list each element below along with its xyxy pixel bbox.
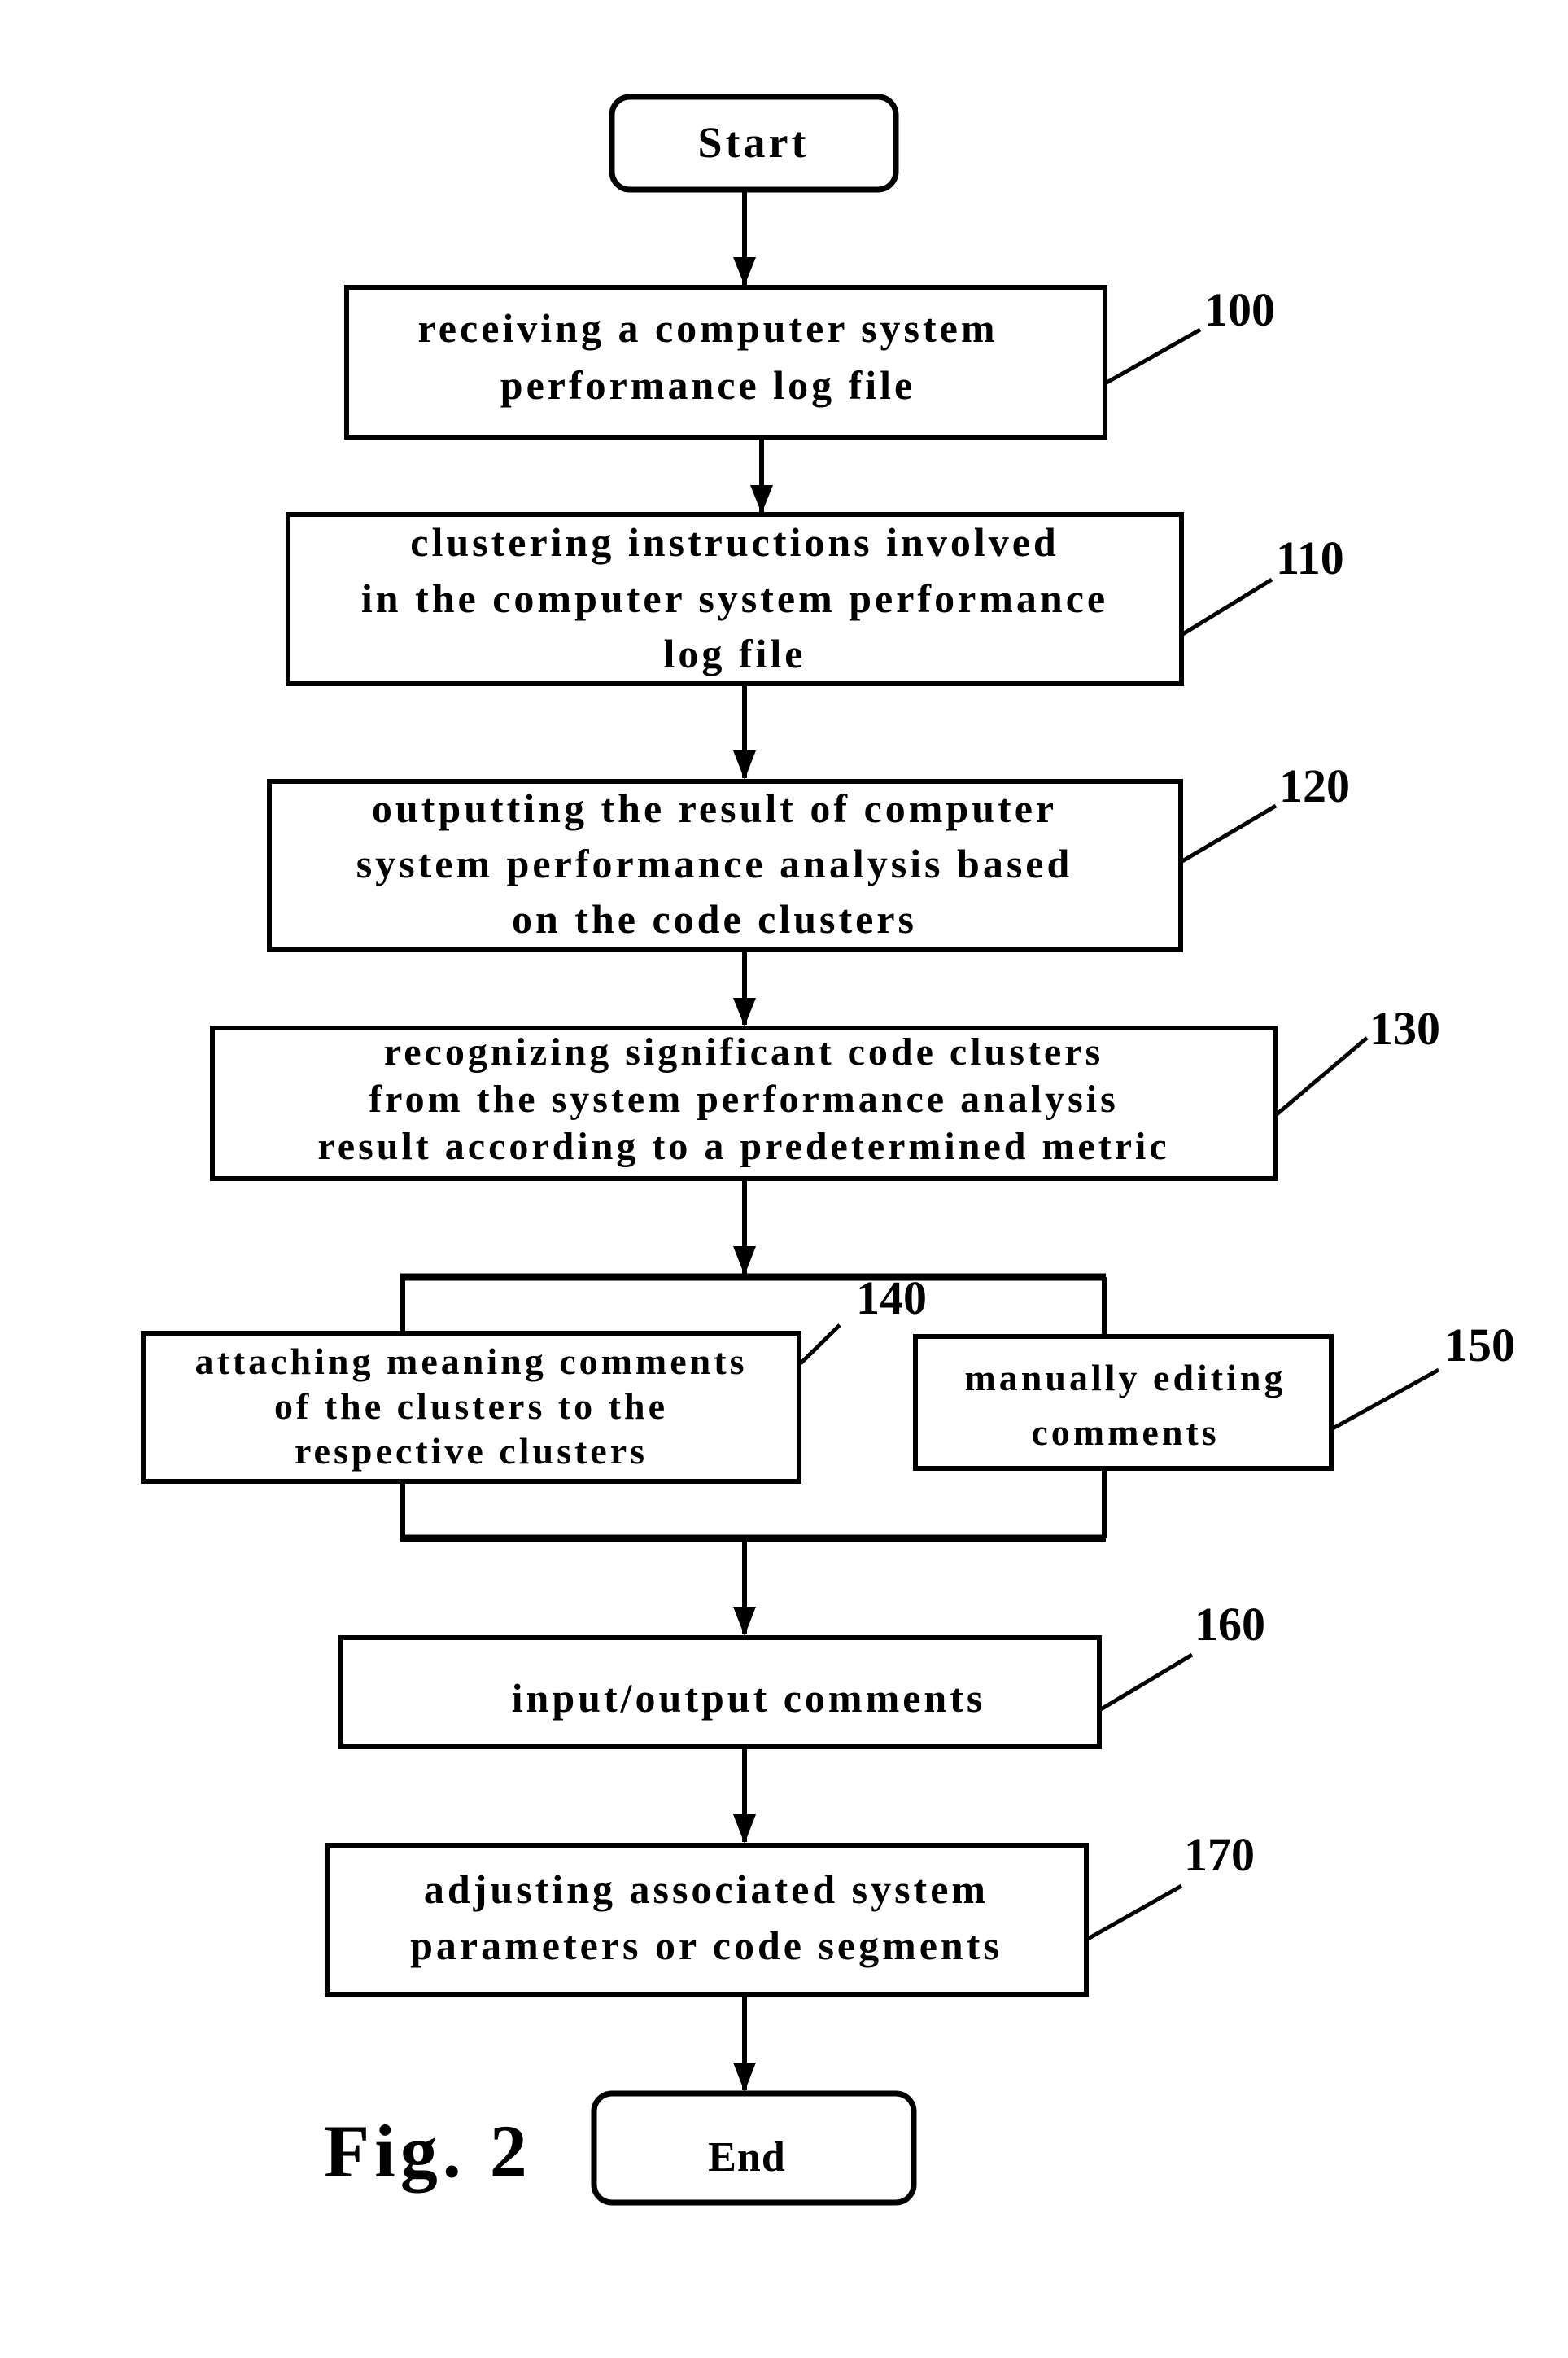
- leader-line: [1099, 1652, 1194, 1712]
- step-170: adjusting associated system parameters o…: [325, 1828, 1255, 1997]
- leader-line: [1086, 1883, 1183, 1941]
- step-120-line-3: on the code clusters: [512, 896, 917, 942]
- ref-110: 110: [1276, 532, 1344, 584]
- step-150-line-2: comments: [1031, 1411, 1219, 1453]
- step-140-line-1: attaching meaning comments: [195, 1341, 748, 1382]
- step-130-line-2: from the system performance analysis: [369, 1078, 1119, 1121]
- leader-line: [1105, 327, 1202, 385]
- step-140-line-3: respective clusters: [295, 1430, 648, 1472]
- ref-130: 130: [1369, 1002, 1440, 1055]
- step-130-line-1: recognizing significant code clusters: [384, 1030, 1103, 1074]
- start-terminal: Start: [609, 94, 899, 193]
- step-140: attaching meaning comments of the cluste…: [141, 1271, 927, 1484]
- leader-line: [799, 1323, 841, 1365]
- step-110-line-3: log file: [663, 631, 806, 676]
- ref-120: 120: [1279, 759, 1350, 812]
- step-120-line-1: outputting the result of computer: [372, 785, 1057, 831]
- arrowhead-icon: [733, 257, 756, 286]
- step-110-line-1: clustering instructions involved: [410, 519, 1059, 565]
- ref-140: 140: [856, 1271, 927, 1324]
- leader-line: [1180, 577, 1273, 637]
- step-150-line-1: manually editing: [964, 1357, 1286, 1398]
- ref-170: 170: [1184, 1828, 1255, 1881]
- arrowhead-icon: [733, 998, 756, 1026]
- step-170-line-2: parameters or code segments: [410, 1923, 1002, 1968]
- step-160: input/output comments 160: [338, 1598, 1265, 1749]
- end-terminal: End: [591, 2090, 917, 2206]
- step-100-line-2: performance log file: [500, 362, 915, 408]
- step-150: manually editing comments 150: [913, 1319, 1515, 1471]
- step-120-line-2: system performance analysis based: [356, 841, 1073, 886]
- step-120: outputting the result of computer system…: [267, 759, 1350, 952]
- arrowhead-icon: [733, 2063, 756, 2092]
- arrowhead-icon: [733, 750, 756, 780]
- leader-line: [1274, 1036, 1369, 1117]
- arrowhead-icon: [750, 485, 773, 514]
- arrowhead-icon: [733, 1814, 756, 1844]
- step-110: clustering instructions involved in the …: [286, 512, 1344, 686]
- step-130: recognizing significant code clusters fr…: [210, 1002, 1440, 1181]
- step-100-line-1: receiving a computer system: [418, 305, 998, 351]
- end-label: End: [708, 2134, 786, 2181]
- step-140-line-2: of the clusters to the: [274, 1385, 668, 1427]
- start-label: Start: [698, 118, 810, 167]
- flowchart: Start receiving a computer system perfor…: [141, 94, 1515, 2206]
- step-160-line-1: input/output comments: [512, 1675, 986, 1721]
- arrowhead-icon: [733, 1607, 756, 1636]
- leader-line: [1331, 1367, 1440, 1431]
- leader-line: [1181, 803, 1278, 864]
- step-100: receiving a computer system performance …: [344, 283, 1275, 440]
- step-170-line-1: adjusting associated system: [424, 1866, 989, 1912]
- arrowhead-icon: [733, 1246, 756, 1275]
- ref-150: 150: [1444, 1319, 1515, 1371]
- figure-label: Fig. 2: [324, 2110, 532, 2193]
- step-110-line-2: in the computer system performance: [361, 575, 1108, 621]
- ref-100: 100: [1204, 283, 1275, 336]
- ref-160: 160: [1195, 1598, 1265, 1651]
- step-130-line-3: result according to a predetermined metr…: [317, 1125, 1169, 1168]
